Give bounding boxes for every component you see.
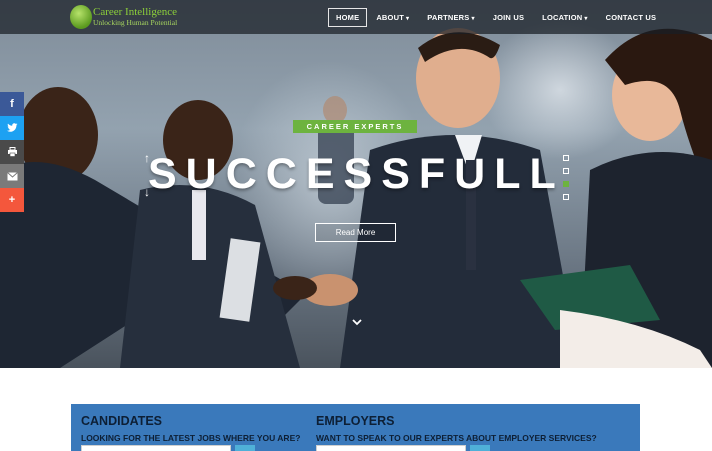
chevron-down-icon: ▾ bbox=[584, 16, 588, 22]
nav-about-label: ABOUT bbox=[376, 13, 404, 22]
slide-dot-1[interactable] bbox=[563, 155, 569, 161]
nav-contact-us[interactable]: CONTACT US bbox=[597, 8, 666, 27]
social-share-bar: f + bbox=[0, 92, 24, 212]
brand-name: Career Intelligence bbox=[93, 6, 177, 18]
nav-partners[interactable]: PARTNERS ▾ bbox=[418, 8, 484, 27]
nav-about[interactable]: ABOUT ▾ bbox=[367, 8, 418, 27]
nav-partners-label: PARTNERS bbox=[427, 13, 470, 22]
slider-pagination bbox=[563, 155, 569, 207]
employers-country-select[interactable] bbox=[316, 445, 466, 451]
candidates-title: CANDIDATES bbox=[81, 414, 163, 428]
hero-badge: CAREER EXPERTS bbox=[293, 120, 417, 133]
nav-location-label: LOCATION bbox=[542, 13, 583, 22]
nav-home-label: HOME bbox=[336, 13, 360, 22]
candidates-subtitle: LOOKING FOR THE LATEST JOBS WHERE YOU AR… bbox=[81, 433, 301, 443]
quick-search-panel: CANDIDATES LOOKING FOR THE LATEST JOBS W… bbox=[71, 404, 640, 451]
print-icon[interactable] bbox=[0, 140, 24, 164]
nav-home[interactable]: HOME bbox=[328, 8, 368, 27]
read-more-button[interactable]: Read More bbox=[315, 223, 396, 242]
logo-mark-icon bbox=[70, 5, 92, 29]
slide-dot-3[interactable] bbox=[563, 181, 569, 187]
email-icon[interactable] bbox=[0, 164, 24, 188]
chevron-down-icon: ▾ bbox=[405, 16, 410, 22]
chevron-down-icon: ▾ bbox=[471, 16, 475, 22]
brand-tagline: Unlocking Human Potential bbox=[93, 18, 178, 27]
candidates-country-select[interactable] bbox=[81, 445, 231, 451]
main-menu: HOME ABOUT ▾ PARTNERS ▾ JOIN US LOCATION ▾ … bbox=[328, 8, 665, 27]
nav-location[interactable]: LOCATION ▾ bbox=[533, 8, 596, 27]
employers-go-button[interactable] bbox=[470, 445, 490, 451]
facebook-icon[interactable]: f bbox=[0, 92, 24, 116]
candidates-go-button[interactable] bbox=[235, 445, 255, 451]
page: Career Intelligence Unlocking Human Pote… bbox=[0, 0, 712, 451]
plus-icon[interactable]: + bbox=[0, 188, 24, 212]
nav-join-us-label: JOIN US bbox=[492, 13, 525, 22]
employers-title: EMPLOYERS bbox=[316, 414, 395, 428]
nav-contact-us-label: CONTACT US bbox=[605, 13, 657, 22]
employers-subtitle: WANT TO SPEAK TO OUR EXPERTS ABOUT EMPLO… bbox=[316, 433, 597, 443]
nav-join-us[interactable]: JOIN US bbox=[484, 8, 533, 27]
slide-dot-2[interactable] bbox=[563, 168, 569, 174]
scroll-down-icon[interactable] bbox=[351, 317, 363, 329]
slide-dot-4[interactable] bbox=[563, 194, 569, 200]
brand-logo[interactable]: Career Intelligence Unlocking Human Pote… bbox=[70, 4, 180, 30]
twitter-icon[interactable] bbox=[0, 116, 24, 140]
hero-headline: SUCCESSFULL bbox=[148, 150, 565, 198]
top-navigation-bar: Career Intelligence Unlocking Human Pote… bbox=[0, 0, 712, 34]
